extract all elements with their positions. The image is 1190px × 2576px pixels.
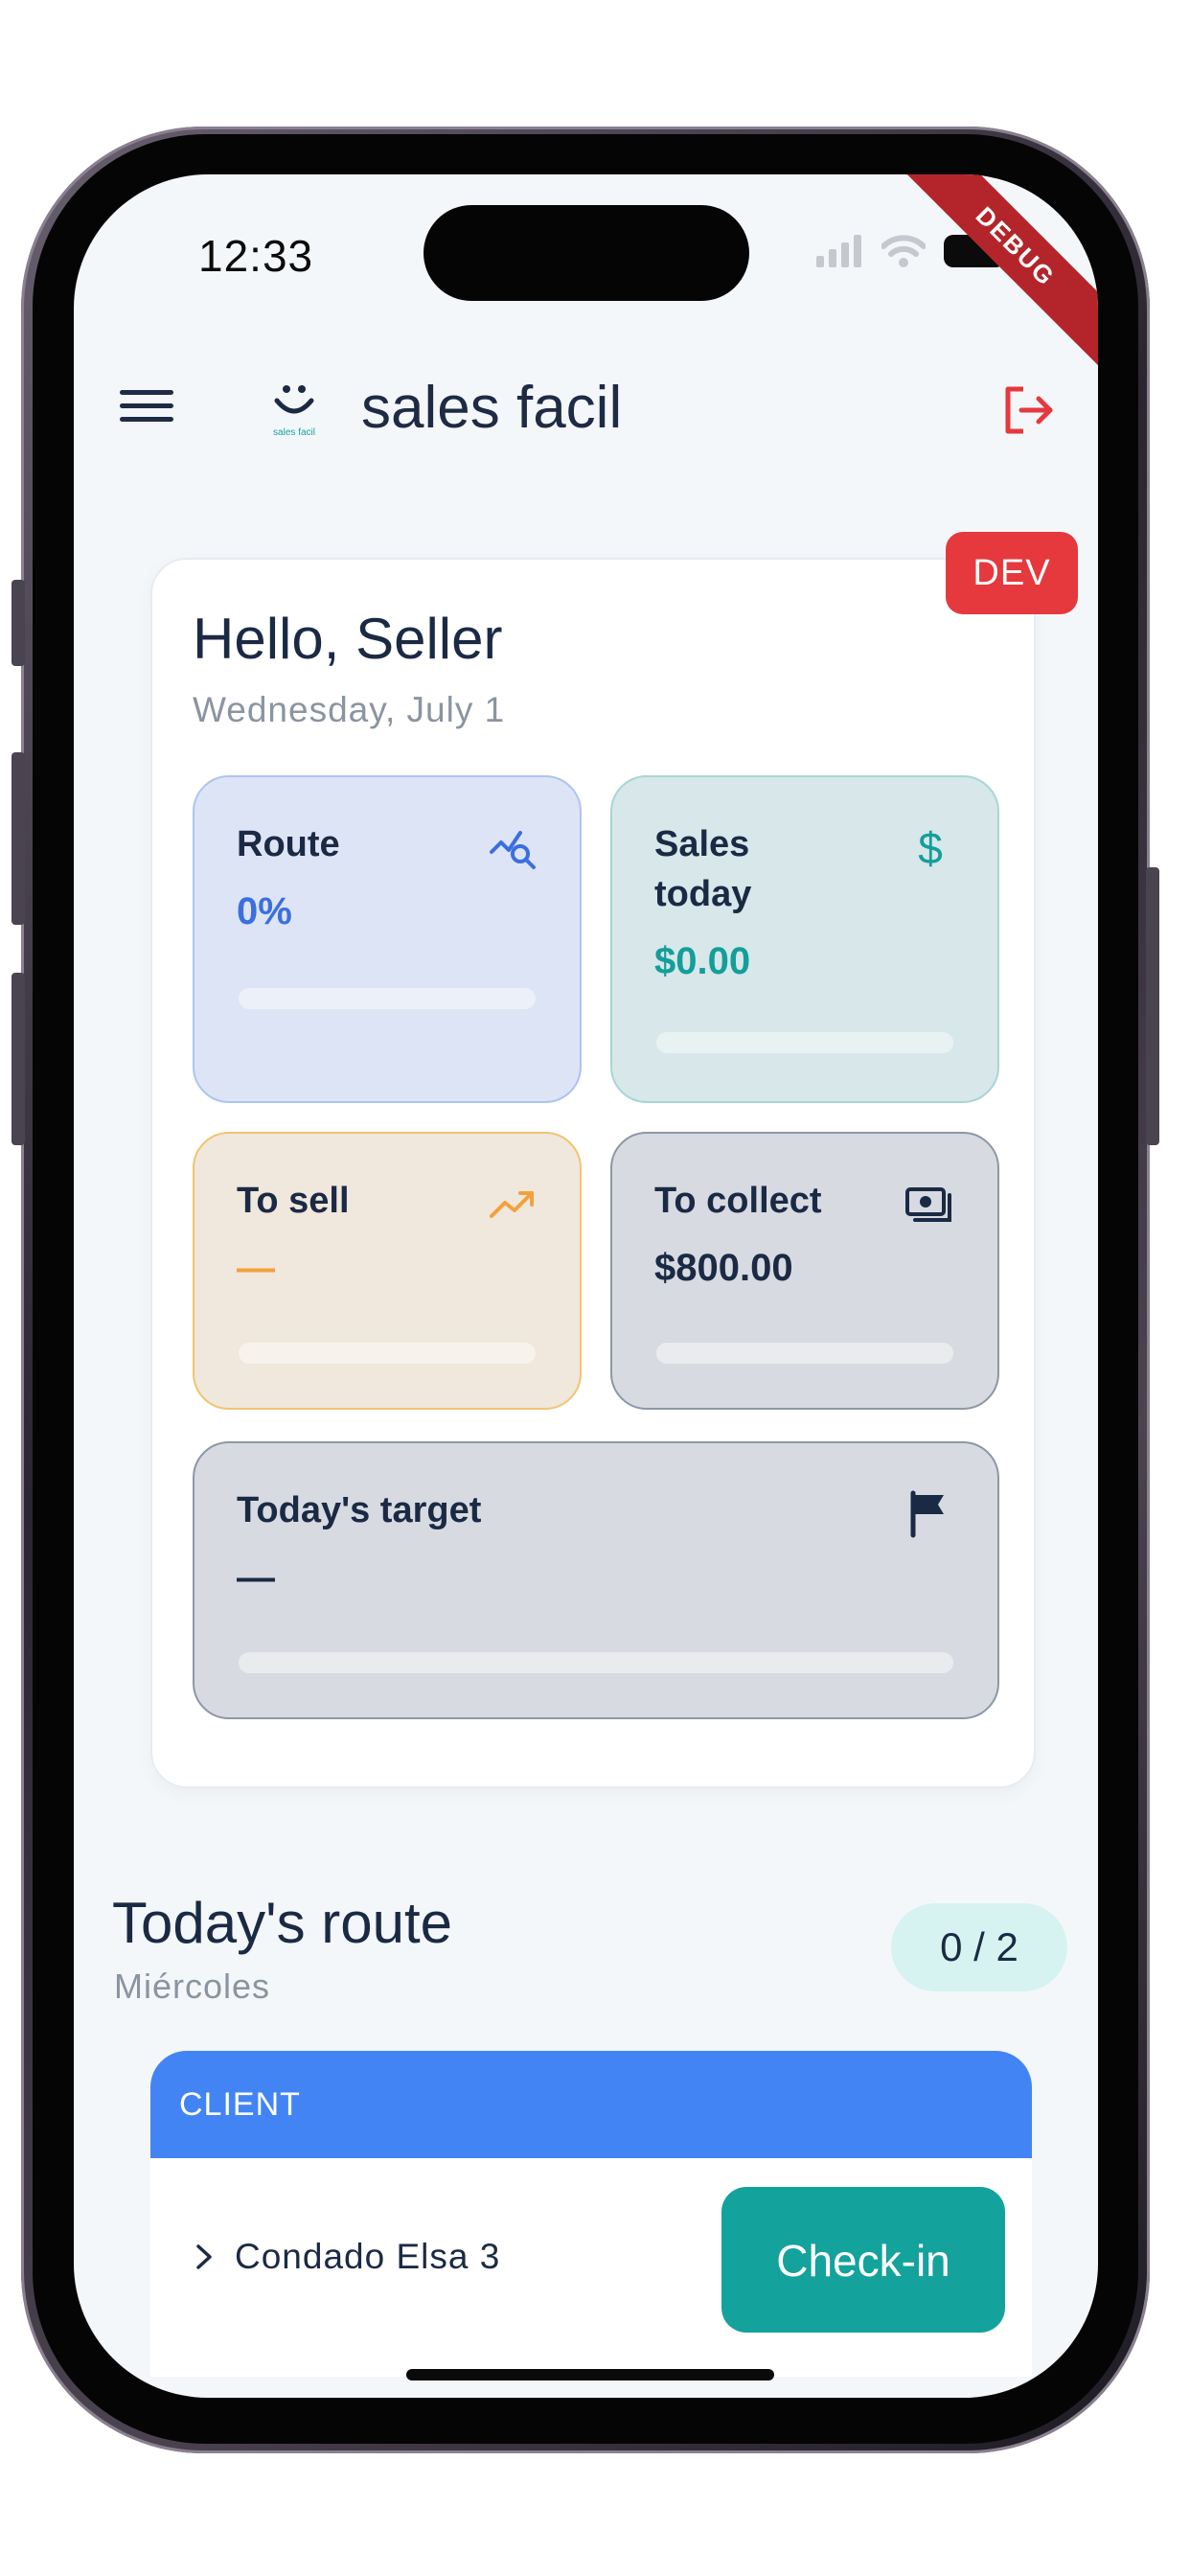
chevron-right-icon[interactable] [193,2242,217,2271]
app-screen: 12:33 DEBUG sales facil sales facil Hell… [74,174,1098,2398]
dynamic-island [423,205,749,301]
target-progress-bar [239,1652,953,1673]
menu-icon-line [120,417,173,422]
home-indicator[interactable] [406,2369,774,2380]
greeting: Hello, Seller [193,607,503,671]
menu-icon-line [120,390,173,395]
route-search-icon [490,831,536,869]
route-day: Miércoles [114,1966,271,2006]
route-tile-value: 0% [237,890,292,932]
route-count-badge: 0 / 2 [891,1903,1067,1991]
route-tile[interactable]: Route 0% [193,775,582,1103]
status-time: 12:33 [198,231,314,281]
wifi-icon [881,235,926,267]
client-column-header: CLIENT [150,2051,1032,2158]
date-text: Wednesday, July 1 [193,690,506,729]
svg-text:$: $ [918,823,943,873]
to-sell-progress-bar [239,1343,536,1364]
app-bar: sales facil sales facil [74,356,1098,472]
trending-up-icon [490,1191,534,1218]
to-collect-tile[interactable]: To collect $800.00 [610,1132,999,1410]
to-collect-progress-bar [656,1343,953,1364]
signal-icon [816,235,861,267]
route-progress-bar [239,988,536,1009]
sales-tile-value: $0.00 [654,940,751,982]
logout-icon[interactable] [998,380,1060,441]
client-table: CLIENT Condado Elsa 3 Check-in [150,2051,1032,2377]
target-tile-value: — [237,1556,275,1598]
to-collect-tile-value: $800.00 [654,1247,793,1289]
dev-environment-badge: DEV [946,532,1078,614]
sales-today-tile[interactable]: Sales today $0.00 $ [610,775,999,1103]
check-in-button[interactable]: Check-in [721,2187,1005,2333]
todays-target-tile[interactable]: Today's target — [193,1441,999,1719]
cash-icon [905,1187,951,1222]
table-row[interactable]: Condado Elsa 3 Check-in [150,2158,1032,2350]
client-name: Condado Elsa 3 [235,2237,501,2276]
power-button [1146,867,1159,1145]
flag-icon [910,1490,944,1538]
summary-card: Hello, Seller Wednesday, July 1 Route 0%… [150,558,1036,1788]
to-sell-tile-value: — [237,1247,275,1289]
sales-progress-bar [656,1032,953,1053]
mute-switch [11,580,25,666]
sales-tile-label: Sales today [654,824,752,914]
volume-down-button [11,973,25,1145]
dollar-icon: $ [918,823,943,873]
brand-logo-icon: sales facil [273,385,315,438]
to-sell-tile[interactable]: To sell — [193,1132,582,1410]
menu-icon-line [120,403,173,408]
target-tile-label: Today's target [237,1490,482,1530]
svg-text:sales facil: sales facil [273,427,315,438]
volume-up-button [11,752,25,925]
menu-button[interactable] [120,381,173,435]
route-section-title: Today's route [112,1891,452,1955]
app-title: sales facil [361,375,623,441]
